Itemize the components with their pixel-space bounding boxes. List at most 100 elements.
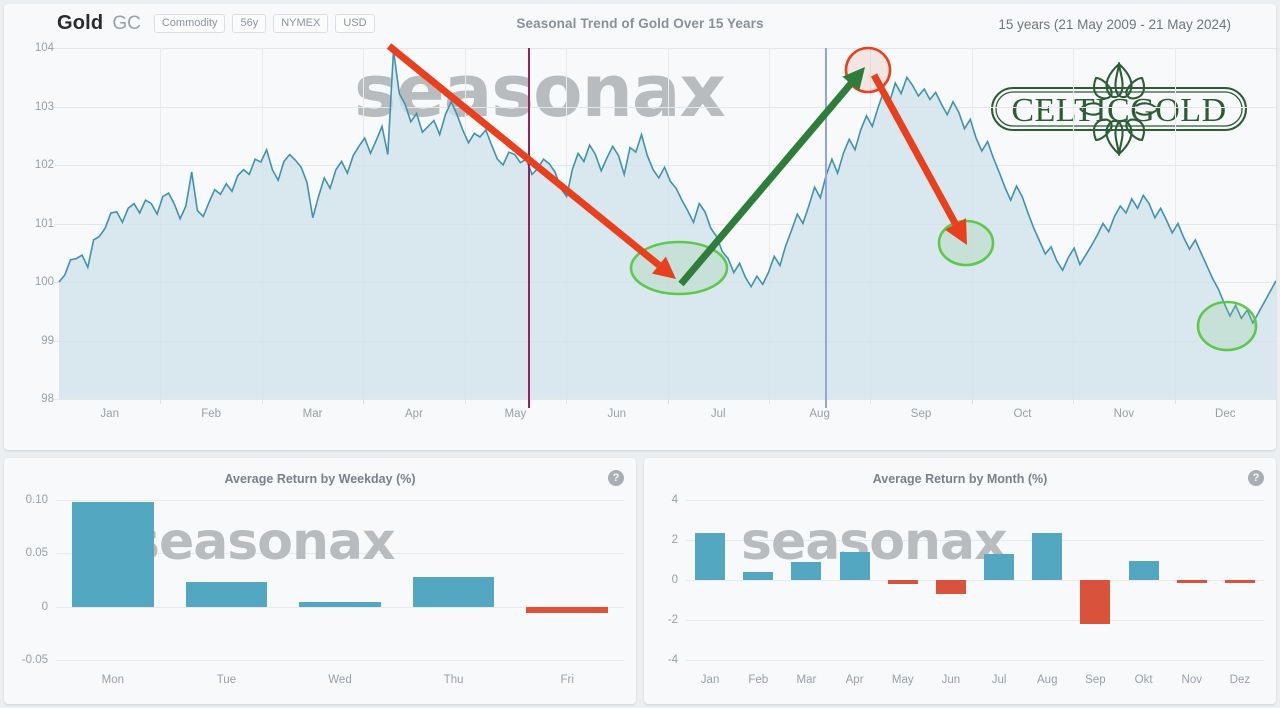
y-axis-tick-label: 0.05 xyxy=(25,547,48,560)
x-axis-tick-label: Wed xyxy=(328,674,352,686)
y-axis-tick-label: 98 xyxy=(41,393,54,405)
y-axis-tick-label: 2 xyxy=(671,534,678,546)
x-axis-tick-label: May xyxy=(504,408,527,420)
bar-jun[interactable] xyxy=(935,580,966,595)
bar-apr[interactable] xyxy=(839,551,870,580)
y-axis-tick-label: 4 xyxy=(671,494,678,506)
month-return-panel: Average Return by Month (%) ? 4 2 0 -2 -4 sea… xyxy=(644,458,1276,704)
bar-jul[interactable] xyxy=(984,554,1014,580)
x-axis-tick-label: Aug xyxy=(809,408,830,420)
help-icon[interactable]: ? xyxy=(1248,470,1264,486)
x-axis-tick-label: Jan xyxy=(700,674,720,686)
x-axis-tick-label: Jul xyxy=(991,674,1007,686)
x-axis-tick-label: Apr xyxy=(845,674,864,686)
x-axis-tick xyxy=(566,399,568,404)
y-axis-tick-label: -4 xyxy=(667,654,678,666)
x-axis-tick-label: Jun xyxy=(941,674,961,686)
bar-tue[interactable] xyxy=(185,582,268,607)
x-axis-tick-label: Mon xyxy=(101,674,124,686)
app-root: Gold GC Commodity 56y NYMEX USD Seasonal Tr… xyxy=(0,0,1280,708)
y-gridline xyxy=(56,500,624,501)
y-axis-tick-label: 0 xyxy=(671,574,678,586)
y-axis-tick-label: 104 xyxy=(34,42,54,54)
weekday-panel-title: Average Return by Weekday (%) xyxy=(224,472,416,486)
bar-feb[interactable] xyxy=(743,571,774,580)
y-axis-tick-label: 102 xyxy=(34,159,54,171)
x-axis-tick xyxy=(768,399,770,404)
x-axis-tick xyxy=(363,399,365,404)
x-axis-tick-label: Aug xyxy=(1037,674,1058,686)
x-axis-tick-label: Jun xyxy=(607,408,627,420)
x-axis-tick-label: Mar xyxy=(302,408,323,420)
month-panel-title: Average Return by Month (%) xyxy=(872,472,1048,486)
x-axis-tick-label: Jan xyxy=(100,408,119,420)
bar-jan[interactable] xyxy=(695,533,725,580)
x-axis-tick-label: Nov xyxy=(1113,408,1135,420)
x-axis-tick-label: Sep xyxy=(910,408,932,420)
x-axis-tick-label: Dec xyxy=(1215,408,1236,420)
month-chart[interactable]: 4 2 0 -2 -4 seasonax Jan Feb Mar Apr May Jun Jul Aug S… xyxy=(668,494,1264,686)
x-axis-tick xyxy=(464,399,466,404)
bar-aug[interactable] xyxy=(1032,533,1063,580)
y-axis-tick-label: 99 xyxy=(41,334,54,347)
x-axis-tick xyxy=(1073,399,1075,404)
x-axis-tick-label: Feb xyxy=(201,408,222,420)
x-axis-tick-label: Nov xyxy=(1181,674,1202,686)
weekday-return-panel: Average Return by Weekday (%) ? 0.10 0.05… xyxy=(4,458,636,704)
x-axis-tick xyxy=(870,399,872,404)
bar-may[interactable] xyxy=(887,580,918,585)
seasonal-plot-area[interactable]: 98 99 100 101 102 103 104 Jan Feb Mar Apr May Jun Jul… xyxy=(35,42,1276,420)
x-axis-tick-label: Okt xyxy=(1134,674,1153,686)
bar-mon[interactable] xyxy=(71,502,154,607)
bar-fri[interactable] xyxy=(526,606,609,614)
x-axis-tick xyxy=(1174,399,1176,404)
seasonax-watermark: seasonax xyxy=(741,512,1008,572)
x-axis-tick-label: Fri xyxy=(560,674,574,686)
x-axis-tick-label: Feb xyxy=(748,674,769,686)
x-axis-tick xyxy=(160,399,162,404)
chart-header: Gold GC Commodity 56y NYMEX USD Seasonal Tr… xyxy=(4,4,1276,40)
bar-wed[interactable] xyxy=(299,602,381,607)
x-axis-tick-label: Thu xyxy=(443,674,464,686)
annotation-overlay xyxy=(386,43,1258,352)
x-axis-tick xyxy=(971,399,973,404)
y-gridline xyxy=(54,399,1276,400)
bar-thu[interactable] xyxy=(412,576,495,607)
y-gridline xyxy=(686,540,1264,541)
seasonax-watermark: seasonax xyxy=(129,512,396,572)
y-axis-tick-label: -0.05 xyxy=(21,654,48,666)
y-gridline xyxy=(686,500,1264,501)
y-axis-tick-label: 0.10 xyxy=(25,494,48,506)
x-axis-tick-label: Mar xyxy=(796,674,817,686)
x-axis-tick-label: Tue xyxy=(216,674,237,686)
bar-nov[interactable] xyxy=(1176,580,1207,583)
bar-dez[interactable] xyxy=(1224,580,1255,583)
x-axis-tick-label: Sep xyxy=(1085,674,1106,686)
seasonal-decline-arrow xyxy=(386,43,676,279)
x-axis-tick-label: Oct xyxy=(1013,408,1032,420)
x-axis-tick-label: Dez xyxy=(1229,674,1251,686)
y-gridline xyxy=(686,660,1264,661)
date-range-label: 15 years (21 May 2009 - 21 May 2024) xyxy=(998,17,1231,32)
y-axis-tick-label: 101 xyxy=(34,217,54,230)
summer-rally-arrow xyxy=(678,67,865,287)
help-icon[interactable]: ? xyxy=(608,470,624,486)
y-gridline xyxy=(56,660,624,661)
x-axis-tick-label: May xyxy=(891,674,914,686)
y-gridline xyxy=(686,620,1264,621)
y-axis-tick-label: 103 xyxy=(34,100,54,113)
y-axis-tick-label: -2 xyxy=(667,614,678,626)
seasonal-chart-panel: Gold GC Commodity 56y NYMEX USD Seasonal Tr… xyxy=(4,4,1276,450)
september-decline-arrow xyxy=(870,73,967,245)
x-axis-tick xyxy=(667,399,669,404)
december-low-highlight xyxy=(1196,300,1258,352)
weekday-chart[interactable]: 0.10 0.05 0 -0.05 seasonax Mon Tue Wed Thu Fri xyxy=(22,494,624,686)
y-axis-tick-label: 0 xyxy=(41,600,48,613)
y-axis-tick-label: 100 xyxy=(34,276,54,288)
x-axis-tick-label: Apr xyxy=(405,408,423,420)
bar-sep[interactable] xyxy=(1080,580,1111,625)
x-axis-tick-label: Jul xyxy=(710,408,726,420)
bar-mar[interactable] xyxy=(791,561,822,580)
x-axis-tick xyxy=(261,399,263,404)
bar-okt[interactable] xyxy=(1128,561,1159,580)
